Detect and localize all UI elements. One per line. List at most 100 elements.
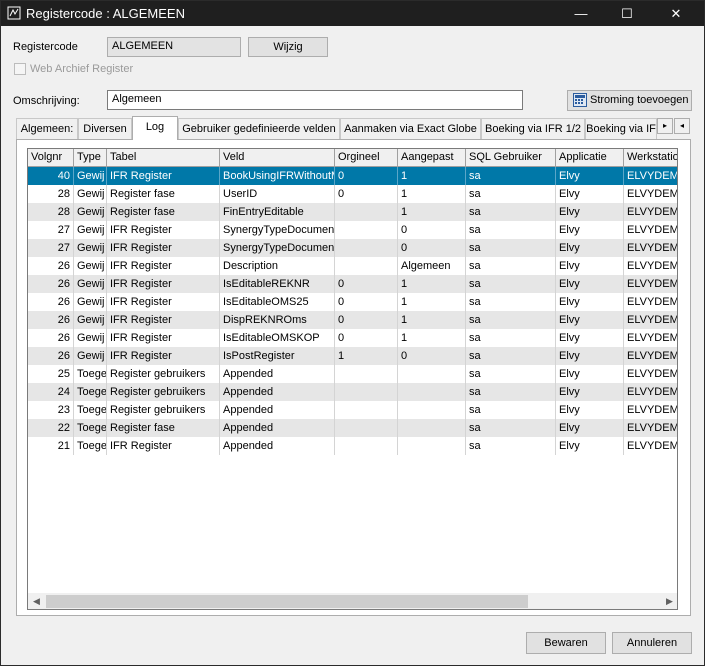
cell-type: Gewij xyxy=(74,185,107,203)
table-row[interactable]: 27 Gewij IFR Register SynergyTypeDocumen 0 sa… xyxy=(28,221,677,239)
stroming-toevoegen-button[interactable]: Stroming toevoegen xyxy=(567,90,692,111)
table-row[interactable]: 26 Gewij IFR Register IsEditableOMSKOP 0 1 sa E… xyxy=(28,329,677,347)
cell-veld: FinEntryEditable xyxy=(220,203,335,221)
tab-scroll-left-icon[interactable]: ▸ xyxy=(657,118,673,134)
cell-orgineel xyxy=(335,221,398,239)
table-row[interactable]: 21 Toege IFR Register Appended sa Elvy ELVYDEM… xyxy=(28,437,677,455)
column-header-veld[interactable]: Veld xyxy=(220,149,335,167)
cell-type: Toege xyxy=(74,437,107,455)
cell-tabel: Register fase xyxy=(107,203,220,221)
cell-applicatie: Elvy xyxy=(556,203,624,221)
table-row[interactable]: 26 Gewij IFR Register IsEditableREKNR 0 1 sa El… xyxy=(28,275,677,293)
column-header-orgineel[interactable]: Orgineel xyxy=(335,149,398,167)
log-grid[interactable]: Volgnr Type Tabel Veld Orgineel Aangepas… xyxy=(27,148,678,610)
cell-aangepast: Algemeen xyxy=(398,257,466,275)
cell-type: Gewij xyxy=(74,347,107,365)
table-row[interactable]: 23 Toege Register gebruikers Appended sa Elvy… xyxy=(28,401,677,419)
table-row[interactable]: 25 Toege Register gebruikers Appended sa Elvy… xyxy=(28,365,677,383)
column-header-type[interactable]: Type xyxy=(74,149,107,167)
cell-tabel: Register gebruikers xyxy=(107,401,220,419)
cell-type: Gewij xyxy=(74,239,107,257)
cell-sql-gebruiker: sa xyxy=(466,203,556,221)
cell-type: Toege xyxy=(74,419,107,437)
column-header-werkstation[interactable]: Werkstatio xyxy=(624,149,677,167)
minimize-icon[interactable]: — xyxy=(558,1,604,26)
column-header-tabel[interactable]: Tabel xyxy=(107,149,220,167)
table-row[interactable]: 24 Toege Register gebruikers Appended sa Elvy… xyxy=(28,383,677,401)
cell-werkstation: ELVYDEMO xyxy=(624,383,677,401)
horizontal-scrollbar[interactable]: ◀ ▶ xyxy=(28,593,677,609)
cell-tabel: Register gebruikers xyxy=(107,383,220,401)
cell-veld: SynergyTypeDocumen xyxy=(220,239,335,257)
cell-aangepast xyxy=(398,401,466,419)
cell-orgineel xyxy=(335,257,398,275)
column-header-sql-gebruiker[interactable]: SQL Gebruiker xyxy=(466,149,556,167)
cell-type: Gewij xyxy=(74,293,107,311)
registercode-field: ALGEMEEN xyxy=(107,37,241,57)
tab-boeking-ifr-1-2[interactable]: Boeking via IFR 1/2 xyxy=(481,118,585,139)
scroll-right-icon[interactable]: ▶ xyxy=(661,593,677,609)
omschrijving-input[interactable]: Algemeen xyxy=(107,90,523,110)
cell-sql-gebruiker: sa xyxy=(466,185,556,203)
cell-sql-gebruiker: sa xyxy=(466,383,556,401)
cell-volgnr: 28 xyxy=(28,185,74,203)
cell-veld: IsEditableOMS25 xyxy=(220,293,335,311)
close-icon[interactable]: ✕ xyxy=(653,1,699,26)
scrollbar-thumb[interactable] xyxy=(46,595,528,608)
table-row[interactable]: 27 Gewij IFR Register SynergyTypeDocumen 0 sa… xyxy=(28,239,677,257)
cell-sql-gebruiker: sa xyxy=(466,293,556,311)
table-row[interactable]: 28 Gewij Register fase UserID 0 1 sa Elvy ELVYDE… xyxy=(28,185,677,203)
column-header-applicatie[interactable]: Applicatie xyxy=(556,149,624,167)
cell-veld: SynergyTypeDocumen xyxy=(220,221,335,239)
cell-sql-gebruiker: sa xyxy=(466,311,556,329)
tab-aanmaken-exact-globe[interactable]: Aanmaken via Exact Globe xyxy=(340,118,481,139)
table-row[interactable]: 26 Gewij IFR Register IsEditableOMS25 0 1 sa El… xyxy=(28,293,677,311)
cell-volgnr: 27 xyxy=(28,239,74,257)
cell-aangepast xyxy=(398,383,466,401)
cell-werkstation: ELVYDEMO xyxy=(624,347,677,365)
cell-applicatie: Elvy xyxy=(556,365,624,383)
annuleren-button[interactable]: Annuleren xyxy=(612,632,692,654)
window-title: Registercode : ALGEMEEN xyxy=(26,6,185,21)
tab-boeking-ifr[interactable]: Boeking via IF xyxy=(585,118,657,139)
table-row[interactable]: 22 Toege Register fase Appended sa Elvy ELVYDE… xyxy=(28,419,677,437)
table-row[interactable]: 26 Gewij IFR Register Description Algemeen sa… xyxy=(28,257,677,275)
column-header-aangepast[interactable]: Aangepast xyxy=(398,149,466,167)
tab-algemeen[interactable]: Algemeen: xyxy=(16,118,78,139)
cell-aangepast: 1 xyxy=(398,167,466,185)
cell-volgnr: 23 xyxy=(28,401,74,419)
cell-werkstation: ELVYDEMO xyxy=(624,221,677,239)
title-bar[interactable]: Registercode : ALGEMEEN — ☐ ✕ xyxy=(1,1,704,26)
cell-type: Gewij xyxy=(74,329,107,347)
table-row[interactable]: 26 Gewij IFR Register DispREKNROms 0 1 sa Elvy E… xyxy=(28,311,677,329)
table-row[interactable]: 40 Gewij IFR Register BookUsingIFRWithoutM 0… xyxy=(28,167,677,185)
cell-volgnr: 25 xyxy=(28,365,74,383)
cell-veld: Appended xyxy=(220,365,335,383)
cell-type: Toege xyxy=(74,365,107,383)
cell-volgnr: 22 xyxy=(28,419,74,437)
cell-applicatie: Elvy xyxy=(556,257,624,275)
table-row[interactable]: 26 Gewij IFR Register IsPostRegister 1 0 sa Elv… xyxy=(28,347,677,365)
wijzig-button[interactable]: Wijzig xyxy=(248,37,328,57)
log-tab-panel: Volgnr Type Tabel Veld Orgineel Aangepas… xyxy=(16,139,691,616)
tab-log[interactable]: Log xyxy=(132,116,178,140)
cell-type: Toege xyxy=(74,383,107,401)
bewaren-button[interactable]: Bewaren xyxy=(526,632,606,654)
table-row[interactable]: 28 Gewij Register fase FinEntryEditable 1 sa E… xyxy=(28,203,677,221)
tab-diversen[interactable]: Diversen xyxy=(78,118,132,139)
cell-applicatie: Elvy xyxy=(556,347,624,365)
cell-aangepast: 1 xyxy=(398,293,466,311)
cell-type: Gewij xyxy=(74,275,107,293)
cell-sql-gebruiker: sa xyxy=(466,275,556,293)
tab-scroll-right-icon[interactable]: ◂ xyxy=(674,118,690,134)
cell-tabel: Register gebruikers xyxy=(107,365,220,383)
cell-applicatie: Elvy xyxy=(556,329,624,347)
scroll-left-icon[interactable]: ◀ xyxy=(28,593,45,609)
maximize-icon[interactable]: ☐ xyxy=(604,1,650,26)
column-header-volgnr[interactable]: Volgnr xyxy=(28,149,74,167)
tab-gebruiker-gedefinieerde-velden[interactable]: Gebruiker gedefinieerde velden xyxy=(178,118,340,139)
cell-applicatie: Elvy xyxy=(556,167,624,185)
cell-aangepast xyxy=(398,365,466,383)
cell-orgineel xyxy=(335,401,398,419)
web-archief-checkbox[interactable] xyxy=(14,63,26,75)
